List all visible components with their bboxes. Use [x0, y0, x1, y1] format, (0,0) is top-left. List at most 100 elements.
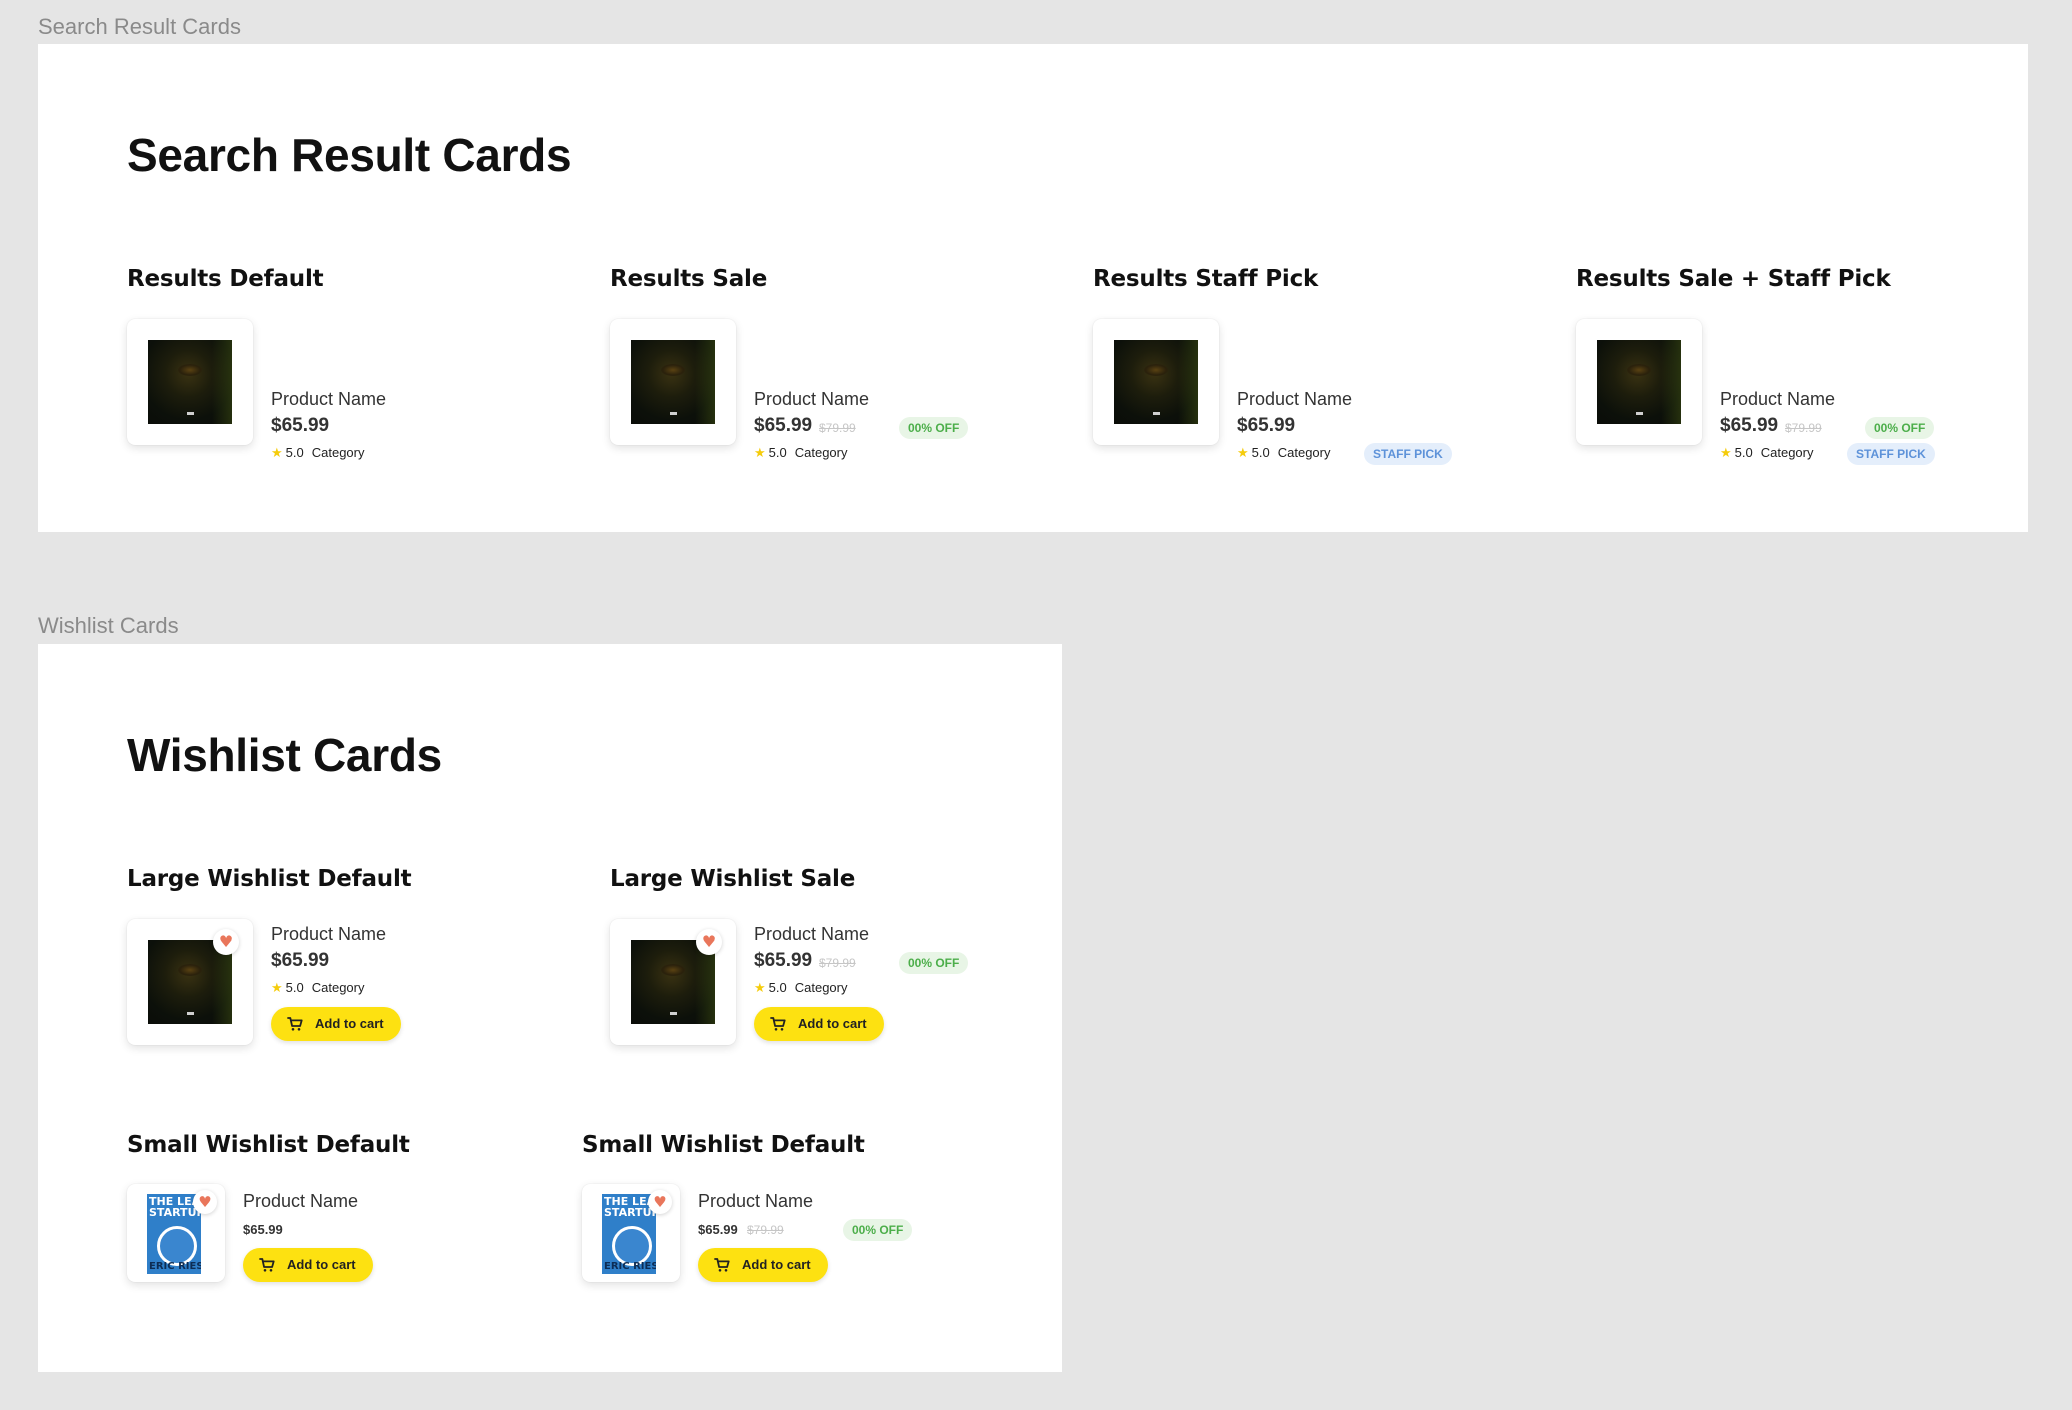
sale-badge: 00% OFF	[1865, 417, 1935, 439]
page-title: Search Result Cards	[127, 129, 572, 181]
heart-icon[interactable]: ♥	[213, 929, 239, 955]
search-result-cards-frame: Search Result Cards Results Default Prod…	[38, 44, 2028, 532]
frame-label-search: Search Result Cards	[38, 14, 241, 39]
product-name[interactable]: Product Name	[271, 389, 386, 410]
book-cover-author: ERIC RIES	[604, 1261, 656, 1272]
book-cover-title-line2: STARTUP	[604, 1206, 656, 1219]
cart-icon	[287, 1017, 303, 1031]
product-rating: ★ 5.0 Category	[1237, 445, 1330, 461]
heart-icon[interactable]: ♥	[193, 1190, 217, 1214]
product-name[interactable]: Product Name	[243, 1191, 358, 1212]
product-old-price: $79.99	[819, 956, 856, 970]
product-category: Category	[1277, 445, 1331, 460]
cart-icon	[770, 1017, 786, 1031]
product-price: $65.99	[243, 1222, 283, 1237]
product-name[interactable]: Product Name	[271, 924, 386, 945]
small-wishlist-card-default[interactable]: THE LEAN STARTUP ERIC RIES ♥ Product Nam…	[127, 1184, 627, 1294]
product-name[interactable]: Product Name	[754, 389, 869, 410]
album-cover-image	[1114, 340, 1198, 424]
product-thumbnail[interactable]	[1093, 319, 1219, 445]
product-name[interactable]: Product Name	[754, 924, 869, 945]
add-to-cart-button[interactable]: Add to cart	[698, 1248, 828, 1282]
product-old-price: $79.99	[747, 1223, 784, 1237]
rating-value: 5.0	[768, 980, 787, 995]
search-card-sale[interactable]: Product Name $65.99 $79.99 00% OFF ★ 5.0 C…	[610, 319, 1110, 461]
sale-badge: 00% OFF	[899, 952, 969, 974]
add-to-cart-label: Add to cart	[798, 1016, 867, 1031]
small-wishlist-card-sale[interactable]: THE LEAN STARTUP ERIC RIES ♥ Product Nam…	[582, 1184, 1082, 1294]
cart-icon	[259, 1258, 275, 1272]
album-cover-image	[631, 340, 715, 424]
product-price: $65.99	[1720, 415, 1779, 436]
rating-value: 5.0	[768, 445, 787, 460]
rating-value: 5.0	[285, 980, 304, 995]
section-title-small-wishlist-default: Small Wishlist Default	[127, 1132, 410, 1158]
product-thumbnail[interactable]: ♥	[127, 919, 253, 1045]
search-card-staff-pick[interactable]: Product Name $65.99 ★ 5.0 Category STAFF P…	[1093, 319, 1593, 465]
album-cover-image	[148, 340, 232, 424]
section-title-results-sale-staff-pick: Results Sale + Staff Pick	[1576, 266, 1891, 292]
section-title-small-wishlist-default-sale: Small Wishlist Default	[582, 1132, 865, 1158]
add-to-cart-label: Add to cart	[742, 1257, 811, 1272]
section-title-large-wishlist-sale: Large Wishlist Sale	[610, 866, 856, 892]
add-to-cart-label: Add to cart	[287, 1257, 356, 1272]
product-thumbnail[interactable]	[1576, 319, 1702, 445]
product-old-price: $79.99	[819, 421, 856, 435]
star-icon: ★	[754, 446, 766, 461]
add-to-cart-button[interactable]: Add to cart	[271, 1007, 401, 1041]
star-icon: ★	[271, 446, 283, 461]
product-thumbnail[interactable]: ♥	[610, 919, 736, 1045]
large-wishlist-card-default[interactable]: ♥ Product Name $65.99 ★ 5.0 Category Add t…	[127, 919, 627, 1079]
product-name[interactable]: Product Name	[1720, 389, 1835, 410]
rating-value: 5.0	[1251, 445, 1270, 460]
product-thumbnail[interactable]	[610, 319, 736, 445]
album-cover-image	[1597, 340, 1681, 424]
product-name[interactable]: Product Name	[698, 1191, 813, 1212]
staff-pick-badge: STAFF PICK	[1364, 443, 1452, 465]
wishlist-cards-frame: Wishlist Cards Large Wishlist Default ♥ …	[38, 644, 1062, 1372]
product-price: $65.99	[1237, 415, 1296, 436]
product-thumbnail[interactable]: THE LEAN STARTUP ERIC RIES ♥	[582, 1184, 680, 1282]
heart-icon[interactable]: ♥	[648, 1190, 672, 1214]
add-to-cart-button[interactable]: Add to cart	[243, 1248, 373, 1282]
add-to-cart-label: Add to cart	[315, 1016, 384, 1031]
section-title-results-sale: Results Sale	[610, 266, 768, 292]
cart-icon	[714, 1258, 730, 1272]
product-price: $65.99	[754, 415, 813, 436]
frame-label-wishlist: Wishlist Cards	[38, 613, 179, 638]
product-category: Category	[794, 980, 848, 995]
product-category: Category	[311, 980, 365, 995]
product-name[interactable]: Product Name	[1237, 389, 1352, 410]
star-icon: ★	[754, 981, 766, 996]
product-rating: ★ 5.0 Category	[271, 980, 364, 996]
star-icon: ★	[1720, 446, 1732, 461]
rating-value: 5.0	[1734, 445, 1753, 460]
star-icon: ★	[1237, 446, 1249, 461]
add-to-cart-button[interactable]: Add to cart	[754, 1007, 884, 1041]
search-card-sale-staff-pick[interactable]: Product Name $65.99 $79.99 00% OFF ★ 5.0 C…	[1576, 319, 2072, 465]
product-category: Category	[311, 445, 365, 460]
page-title: Wishlist Cards	[127, 729, 442, 781]
book-cover-title-line2: STARTUP	[149, 1206, 201, 1219]
rating-value: 5.0	[285, 445, 304, 460]
section-title-results-default: Results Default	[127, 266, 324, 292]
heart-icon[interactable]: ♥	[696, 929, 722, 955]
product-category: Category	[1760, 445, 1814, 460]
search-card-default[interactable]: Product Name $65.99 ★ 5.0 Category	[127, 319, 627, 461]
section-title-large-wishlist-default: Large Wishlist Default	[127, 866, 412, 892]
product-rating: ★ 5.0 Category	[271, 445, 364, 461]
product-old-price: $79.99	[1785, 421, 1822, 435]
product-rating: ★ 5.0 Category	[754, 980, 847, 996]
product-thumbnail[interactable]	[127, 319, 253, 445]
sale-badge: 00% OFF	[843, 1219, 913, 1241]
section-title-results-staff-pick: Results Staff Pick	[1093, 266, 1319, 292]
product-category: Category	[794, 445, 848, 460]
sale-badge: 00% OFF	[899, 417, 969, 439]
product-rating: ★ 5.0 Category	[754, 445, 847, 461]
star-icon: ★	[271, 981, 283, 996]
product-rating: ★ 5.0 Category	[1720, 445, 1813, 461]
large-wishlist-card-sale[interactable]: ♥ Product Name $65.99 $79.99 00% OFF ★ 5.…	[610, 919, 1110, 1079]
product-thumbnail[interactable]: THE LEAN STARTUP ERIC RIES ♥	[127, 1184, 225, 1282]
staff-pick-badge: STAFF PICK	[1847, 443, 1935, 465]
product-price: $65.99	[271, 415, 330, 436]
